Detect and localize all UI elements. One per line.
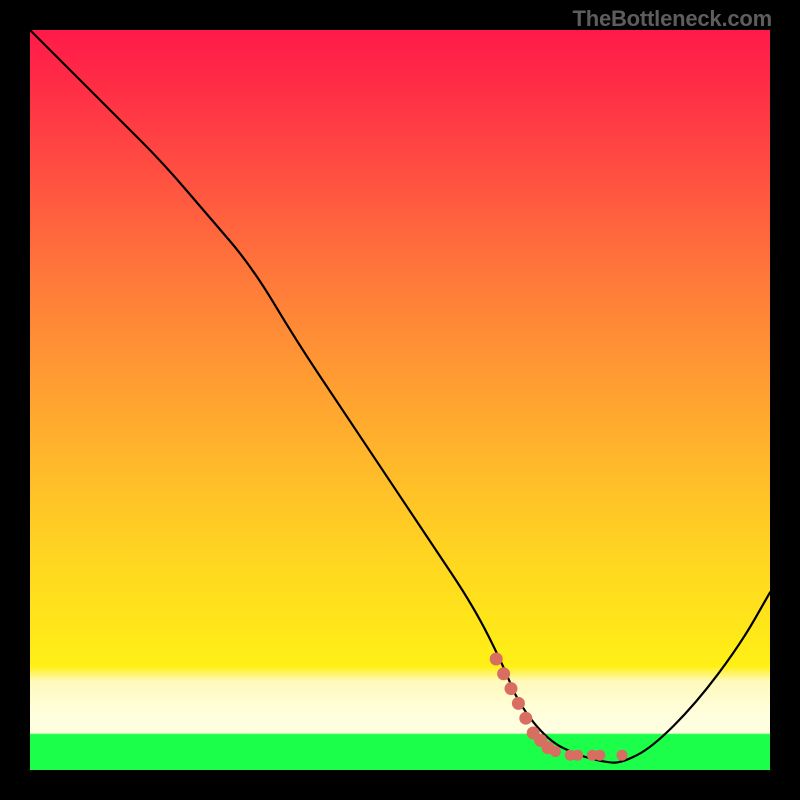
marker-dot [572, 750, 583, 761]
plot-area [30, 30, 770, 770]
marker-dot [490, 653, 503, 666]
marker-dot [550, 746, 561, 757]
chart-container: TheBottleneck.com [0, 0, 800, 800]
marker-dot [505, 682, 518, 695]
marker-dot [519, 712, 532, 725]
marker-dot [512, 697, 525, 710]
watermark-text: TheBottleneck.com [572, 6, 772, 32]
chart-svg [30, 30, 770, 770]
marker-dot [617, 750, 628, 761]
bottleneck-curve [30, 30, 770, 763]
marker-dot [594, 750, 605, 761]
marker-dot [497, 667, 510, 680]
